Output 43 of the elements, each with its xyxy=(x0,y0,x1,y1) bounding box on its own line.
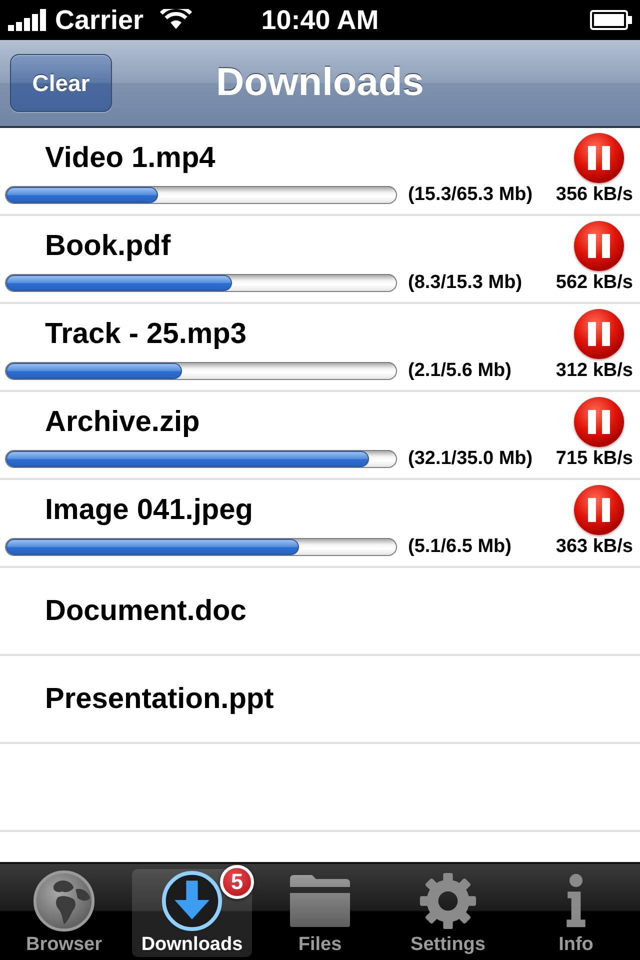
pause-icon xyxy=(588,234,610,258)
tab-button[interactable]: Info xyxy=(516,869,636,957)
pause-icon xyxy=(588,498,610,522)
file-name: Document.doc xyxy=(45,594,246,628)
clock-text: 10:40 AM xyxy=(261,4,379,36)
size-text: (2.1/5.6 Mb) xyxy=(408,360,512,382)
pause-icon xyxy=(588,146,610,170)
speed-text: 715 kB/s xyxy=(556,448,633,470)
size-text: (8.3/15.3 Mb) xyxy=(408,272,522,294)
file-name: Book.pdf xyxy=(45,230,171,262)
nav-title: Downloads xyxy=(216,61,424,105)
tab-button[interactable]: Browser xyxy=(4,869,124,957)
clear-button[interactable]: Clear xyxy=(10,54,112,112)
settings-icon xyxy=(419,872,477,930)
speed-text: 356 kB/s xyxy=(556,184,633,206)
pause-icon xyxy=(588,322,610,346)
speed-text: 312 kB/s xyxy=(556,360,633,382)
size-text: (5.1/6.5 Mb) xyxy=(408,536,512,558)
pause-button[interactable] xyxy=(574,221,624,271)
carrier-text: Carrier xyxy=(55,4,144,36)
wifi-icon xyxy=(158,9,193,31)
file-name: Archive.zip xyxy=(45,406,200,438)
pause-button[interactable] xyxy=(574,485,624,535)
file-name: Image 041.jpeg xyxy=(45,494,253,526)
speed-text: 363 kB/s xyxy=(556,536,633,558)
globe-icon xyxy=(33,870,95,932)
signal-icon xyxy=(8,9,48,31)
size-text: (32.1/35.0 Mb) xyxy=(408,448,533,470)
folder-icon xyxy=(288,873,352,929)
file-name: Presentation.ppt xyxy=(45,682,274,716)
notification-badge: 5 xyxy=(220,865,254,899)
file-name: Video 1.mp4 xyxy=(45,142,216,174)
tab-button[interactable]: Settings xyxy=(388,869,508,957)
file-name: Track - 25.mp3 xyxy=(45,318,246,350)
pause-button[interactable] xyxy=(574,397,624,447)
pause-icon xyxy=(588,410,610,434)
speed-text: 562 kB/s xyxy=(556,272,633,294)
pause-button[interactable] xyxy=(574,133,624,183)
pause-button[interactable] xyxy=(574,309,624,359)
download-icon xyxy=(161,870,223,932)
battery-icon xyxy=(590,10,632,30)
tab-button[interactable]: Files xyxy=(260,869,380,957)
size-text: (15.3/65.3 Mb) xyxy=(408,184,533,206)
